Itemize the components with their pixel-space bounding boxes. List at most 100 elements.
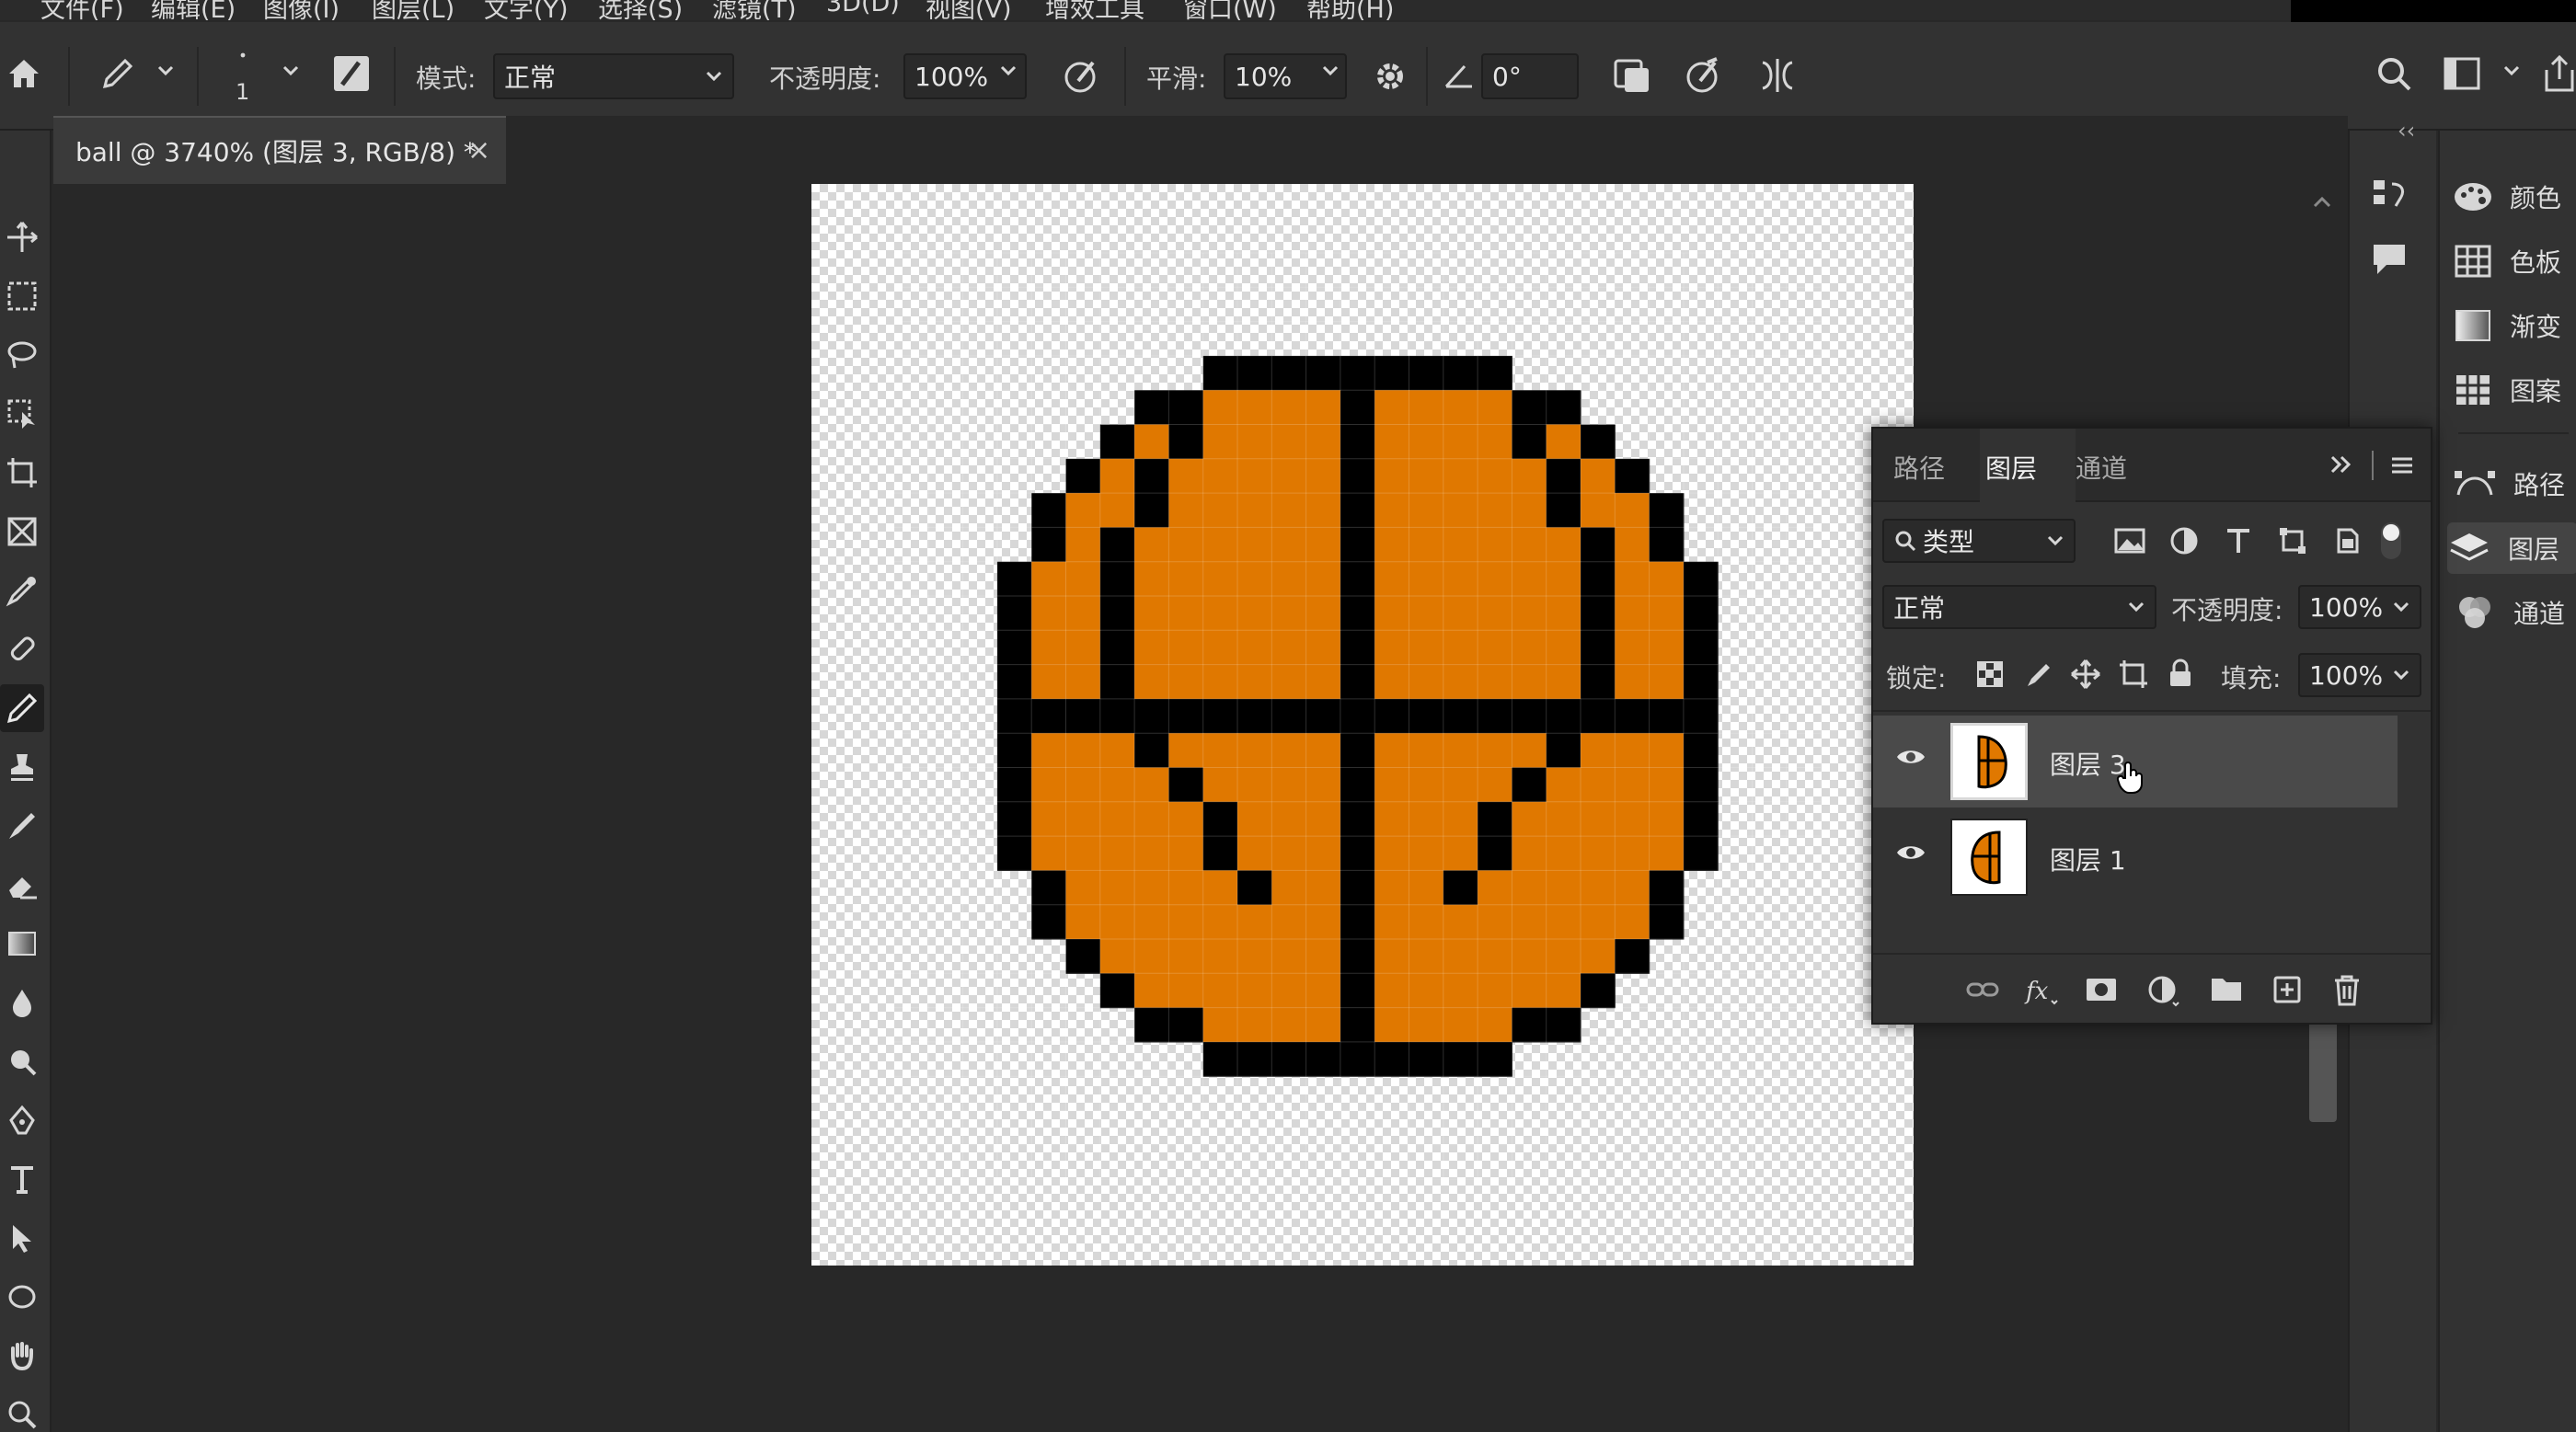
pencil-tool-icon[interactable] bbox=[0, 684, 44, 732]
pressure-size-icon[interactable] bbox=[1612, 55, 1652, 96]
new-layer-icon[interactable] bbox=[2272, 975, 2302, 1004]
menu-filter[interactable]: 滤镜(T) bbox=[712, 0, 797, 20]
frame-tool-icon[interactable] bbox=[0, 508, 44, 556]
home-icon[interactable] bbox=[6, 55, 42, 92]
layer-name[interactable]: 图层 1 bbox=[2050, 841, 2126, 877]
hand-tool-icon[interactable] bbox=[0, 1332, 44, 1380]
layer-row[interactable]: 图层 3 bbox=[1873, 716, 2398, 808]
clone-stamp-tool-icon[interactable] bbox=[0, 743, 44, 791]
lock-position-icon[interactable] bbox=[2070, 659, 2101, 690]
tab-paths[interactable]: 路径 bbox=[1893, 449, 1945, 486]
tab-channels[interactable]: 通道 bbox=[2076, 449, 2127, 486]
lasso-tool-icon[interactable] bbox=[0, 331, 44, 379]
filter-adjustment-layer-icon[interactable] bbox=[2169, 526, 2199, 556]
history-brush-tool-icon[interactable] bbox=[0, 802, 44, 850]
menu-layer[interactable]: 图层(L) bbox=[372, 0, 454, 20]
document-tab[interactable]: ball @ 3740% (图层 3, RGB/8) * × bbox=[53, 116, 506, 184]
add-mask-icon[interactable] bbox=[2085, 975, 2118, 1004]
lock-transparent-pixels-icon[interactable] bbox=[1976, 660, 2004, 688]
expand-chevrons-icon[interactable] bbox=[2329, 454, 2353, 475]
workspace-chevron-down-icon[interactable] bbox=[2502, 64, 2521, 77]
tool-preset-chevron-down-icon[interactable] bbox=[156, 64, 175, 77]
new-group-icon[interactable] bbox=[2210, 975, 2243, 1002]
share-icon[interactable] bbox=[2543, 53, 2576, 94]
filter-shape-layer-icon[interactable] bbox=[2278, 526, 2307, 556]
brush-size-chevron-down-icon[interactable] bbox=[282, 64, 300, 77]
fx-icon[interactable]: fx bbox=[2024, 975, 2059, 1006]
history-panel-icon[interactable] bbox=[2368, 175, 2410, 217]
marquee-tool-icon[interactable] bbox=[0, 272, 44, 320]
pen-tool-icon[interactable] bbox=[0, 1096, 44, 1144]
filter-toggle[interactable] bbox=[2381, 522, 2401, 559]
smoothing-chevron-down-icon[interactable] bbox=[1321, 64, 1340, 77]
filter-smart-object-icon[interactable] bbox=[2333, 526, 2361, 556]
dock-color[interactable]: 颜色 bbox=[2453, 171, 2576, 223]
layer-name[interactable]: 图层 3 bbox=[2050, 745, 2126, 782]
lock-artboard-icon[interactable] bbox=[2118, 659, 2149, 690]
adjustment-layer-icon[interactable] bbox=[2147, 975, 2182, 1008]
link-layers-icon[interactable] bbox=[1965, 975, 2000, 1004]
collapse-chevrons-icon[interactable]: ‹‹ bbox=[2398, 118, 2415, 143]
pressure-opacity-icon[interactable] bbox=[1062, 55, 1102, 96]
menu-view[interactable]: 视图(V) bbox=[926, 0, 1012, 20]
airbrush-icon[interactable] bbox=[1684, 55, 1724, 96]
blend-mode-select[interactable]: 正常 bbox=[1882, 585, 2156, 629]
dock-gradients[interactable]: 渐变 bbox=[2453, 300, 2576, 351]
layer-opacity-field[interactable]: 100% bbox=[2298, 585, 2421, 629]
search-icon[interactable] bbox=[2375, 55, 2412, 92]
menu-type[interactable]: 文字(Y) bbox=[484, 0, 569, 20]
crop-tool-icon[interactable] bbox=[0, 449, 44, 497]
layer-row[interactable]: 图层 1 bbox=[1873, 811, 2398, 903]
dock-channels[interactable]: 通道 bbox=[2453, 587, 2576, 638]
eye-icon[interactable] bbox=[1895, 747, 1926, 767]
filter-type-layer-icon[interactable] bbox=[2225, 526, 2252, 556]
document-canvas[interactable] bbox=[811, 184, 1914, 1266]
object-select-tool-icon[interactable] bbox=[0, 390, 44, 438]
brush-settings-icon[interactable] bbox=[331, 53, 372, 94]
menu-file[interactable]: 文件(F) bbox=[40, 0, 124, 20]
panel-menu-icon[interactable] bbox=[2390, 456, 2414, 475]
zoom-tool-icon[interactable] bbox=[0, 1391, 44, 1432]
move-tool-icon[interactable] bbox=[0, 213, 44, 261]
gear-icon[interactable] bbox=[1371, 57, 1409, 96]
healing-brush-tool-icon[interactable] bbox=[0, 625, 44, 673]
menu-3d[interactable]: 3D(D) bbox=[826, 0, 900, 17]
eye-icon[interactable] bbox=[1895, 842, 1926, 863]
layer-filter-select[interactable]: 类型 bbox=[1882, 519, 2076, 563]
dock-swatches[interactable]: 色板 bbox=[2453, 235, 2576, 287]
comments-panel-icon[interactable] bbox=[2370, 241, 2409, 278]
fill-field[interactable]: 100% bbox=[2298, 653, 2421, 697]
menu-plugins[interactable]: 增效工具 bbox=[1045, 0, 1144, 20]
scroll-up-chevron-icon[interactable] bbox=[2311, 195, 2333, 210]
vertical-scrollbar-thumb[interactable] bbox=[2309, 1021, 2337, 1122]
filter-pixel-layer-icon[interactable] bbox=[2114, 526, 2145, 556]
shape-tool-icon[interactable] bbox=[0, 1273, 44, 1321]
lock-image-pixels-icon[interactable] bbox=[2024, 660, 2052, 688]
menu-image[interactable]: 图像(I) bbox=[263, 0, 339, 20]
dock-patterns[interactable]: 图案 bbox=[2453, 364, 2576, 416]
tab-layers[interactable]: 图层 bbox=[1985, 449, 2037, 486]
blur-tool-icon[interactable] bbox=[0, 979, 44, 1026]
opacity-chevron-down-icon[interactable] bbox=[999, 64, 1018, 77]
type-tool-icon[interactable] bbox=[0, 1155, 44, 1203]
menu-window[interactable]: 窗口(W) bbox=[1183, 0, 1277, 20]
menu-help[interactable]: 帮助(H) bbox=[1306, 0, 1394, 20]
menu-edit[interactable]: 编辑(E) bbox=[151, 0, 236, 20]
gradient-tool-icon[interactable] bbox=[0, 920, 44, 968]
symmetry-icon[interactable] bbox=[1757, 55, 1798, 96]
ball-outline-pixel bbox=[996, 596, 1032, 631]
delete-layer-icon[interactable] bbox=[2333, 975, 2361, 1006]
menu-select[interactable]: 选择(S) bbox=[598, 0, 683, 20]
mode-select[interactable]: 正常 bbox=[493, 53, 734, 99]
close-icon[interactable]: × bbox=[467, 134, 490, 166]
lock-all-icon[interactable] bbox=[2168, 659, 2193, 688]
dock-paths[interactable]: 路径 bbox=[2453, 458, 2576, 510]
eraser-tool-icon[interactable] bbox=[0, 861, 44, 909]
pencil-icon[interactable] bbox=[98, 53, 138, 94]
dock-layers[interactable]: 图层 bbox=[2447, 522, 2576, 574]
workspace-icon[interactable] bbox=[2444, 57, 2480, 90]
angle-field[interactable]: 0° bbox=[1481, 53, 1579, 99]
path-selection-tool-icon[interactable] bbox=[0, 1214, 44, 1262]
eyedropper-tool-icon[interactable] bbox=[0, 567, 44, 614]
dodge-tool-icon[interactable] bbox=[0, 1037, 44, 1085]
